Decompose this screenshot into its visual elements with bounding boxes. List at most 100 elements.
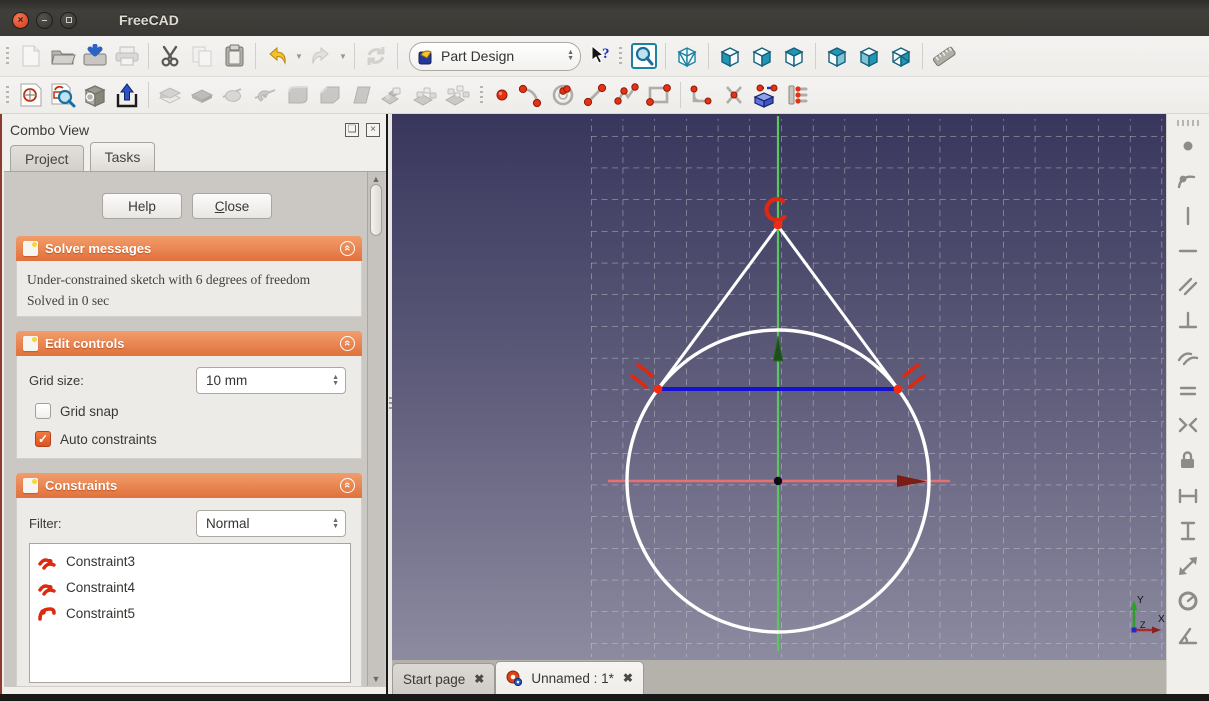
new-file-icon[interactable] bbox=[15, 41, 47, 71]
constraint-filter-combo[interactable]: Normal ▲ ▼ bbox=[196, 510, 346, 537]
auto-constraints-checkbox[interactable]: ✓ bbox=[35, 431, 51, 447]
tab-project[interactable]: Project bbox=[10, 145, 84, 171]
polar-pattern-icon[interactable] bbox=[442, 80, 474, 110]
constrain-coincident-icon[interactable] bbox=[1173, 128, 1203, 163]
rear-view-icon[interactable] bbox=[821, 41, 853, 71]
paste-icon[interactable] bbox=[218, 41, 250, 71]
collapse-section-icon[interactable]: « bbox=[340, 241, 355, 256]
close-panel-icon[interactable]: × bbox=[366, 123, 380, 137]
grid-snap-checkbox[interactable] bbox=[35, 403, 51, 419]
collapse-section-icon[interactable]: « bbox=[340, 336, 355, 351]
tab-tasks[interactable]: Tasks bbox=[89, 142, 156, 171]
scrollbar-thumb[interactable] bbox=[370, 184, 382, 236]
bottom-view-icon[interactable] bbox=[885, 41, 917, 71]
constrain-horizontal-distance-icon[interactable] bbox=[1173, 478, 1203, 513]
help-button[interactable]: Help bbox=[102, 193, 182, 219]
solver-messages-title: Solver messages bbox=[45, 241, 152, 256]
cut-icon[interactable] bbox=[154, 41, 186, 71]
solver-messages-header[interactable]: Solver messages « bbox=[16, 236, 362, 261]
open-file-icon[interactable] bbox=[47, 41, 79, 71]
top-view-icon[interactable] bbox=[778, 41, 810, 71]
linear-pattern-icon[interactable] bbox=[410, 80, 442, 110]
sketch-arc-icon[interactable] bbox=[515, 80, 547, 110]
workbench-selector[interactable]: Part Design ▲ ▼ bbox=[409, 41, 581, 71]
window-maximize-button[interactable] bbox=[60, 11, 77, 29]
collapse-section-icon[interactable]: « bbox=[340, 478, 355, 493]
constrain-symmetric-icon[interactable] bbox=[1173, 408, 1203, 443]
edit-controls-header[interactable]: Edit controls « bbox=[16, 331, 362, 356]
redo-icon[interactable] bbox=[305, 41, 337, 71]
pad-icon[interactable] bbox=[154, 80, 186, 110]
chamfer-icon[interactable] bbox=[314, 80, 346, 110]
sketch-polyline-icon[interactable] bbox=[611, 80, 643, 110]
constrain-distance-icon[interactable] bbox=[1173, 548, 1203, 583]
revolution-icon[interactable] bbox=[218, 80, 250, 110]
constrain-tangent-icon[interactable] bbox=[1173, 338, 1203, 373]
tab-start-page[interactable]: Start page ✖ bbox=[392, 663, 496, 694]
sketch-rectangle-icon[interactable] bbox=[643, 80, 675, 110]
construction-mode-icon[interactable] bbox=[782, 80, 814, 110]
tab-close-icon[interactable]: ✖ bbox=[623, 671, 633, 685]
draft-icon[interactable] bbox=[346, 80, 378, 110]
constraints-header[interactable]: Constraints « bbox=[16, 473, 362, 498]
whats-this-icon[interactable]: ? bbox=[587, 41, 613, 71]
grid-size-spinbox[interactable]: 10 mm ▲ ▼ bbox=[196, 367, 346, 394]
undo-icon[interactable] bbox=[261, 41, 293, 71]
constrain-parallel-icon[interactable] bbox=[1173, 268, 1203, 303]
constrain-equal-icon[interactable] bbox=[1173, 373, 1203, 408]
tab-unnamed-document[interactable]: Unnamed : 1* ✖ bbox=[495, 661, 644, 694]
constrain-vertical-icon[interactable] bbox=[1173, 198, 1203, 233]
mirrored-icon[interactable] bbox=[378, 80, 410, 110]
constrain-radius-icon[interactable] bbox=[1173, 583, 1203, 618]
new-sketch-icon[interactable] bbox=[15, 80, 47, 110]
toolbar-grip[interactable] bbox=[1177, 120, 1199, 126]
float-panel-icon[interactable]: ❏ bbox=[345, 123, 359, 137]
tasks-scrollbar[interactable]: ▲ ▼ bbox=[367, 172, 384, 686]
tab-close-icon[interactable]: ✖ bbox=[474, 672, 484, 686]
sketch-line-icon[interactable] bbox=[579, 80, 611, 110]
constrain-lock-icon[interactable] bbox=[1173, 443, 1203, 478]
constrain-angle-icon[interactable] bbox=[1173, 618, 1203, 653]
sketch-point-icon[interactable] bbox=[489, 80, 515, 110]
left-view-icon[interactable] bbox=[853, 41, 885, 71]
toolbar-grip[interactable] bbox=[617, 45, 624, 67]
3d-viewport[interactable]: Y Z X bbox=[392, 114, 1166, 660]
constraint-list[interactable]: Constraint3 Constraint4 Constraint5 bbox=[29, 543, 351, 683]
undo-dropdown-caret[interactable]: ▼ bbox=[293, 52, 305, 61]
sketch-circle-icon[interactable] bbox=[547, 80, 579, 110]
right-view-icon[interactable] bbox=[746, 41, 778, 71]
map-sketch-icon[interactable] bbox=[79, 80, 111, 110]
list-item-constraint3[interactable]: Constraint3 bbox=[30, 548, 350, 574]
fit-all-icon[interactable] bbox=[628, 41, 660, 71]
window-close-button[interactable]: × bbox=[12, 11, 29, 29]
axonometric-view-icon[interactable] bbox=[671, 41, 703, 71]
external-geometry-icon[interactable] bbox=[750, 80, 782, 110]
edit-sketch-icon[interactable] bbox=[47, 80, 79, 110]
constrain-point-on-object-icon[interactable] bbox=[1173, 163, 1203, 198]
redo-dropdown-caret[interactable]: ▼ bbox=[337, 52, 349, 61]
list-item-constraint5[interactable]: Constraint5 bbox=[30, 600, 350, 626]
groove-icon[interactable] bbox=[250, 80, 282, 110]
sketch-fillet-icon[interactable] bbox=[686, 80, 718, 110]
constrain-perpendicular-icon[interactable] bbox=[1173, 303, 1203, 338]
close-button[interactable]: Close bbox=[192, 193, 272, 219]
refresh-icon[interactable] bbox=[360, 41, 392, 71]
window-minimize-button[interactable]: – bbox=[36, 11, 53, 29]
leave-sketch-icon[interactable] bbox=[111, 80, 143, 110]
fillet-icon[interactable] bbox=[282, 80, 314, 110]
constrain-horizontal-icon[interactable] bbox=[1173, 233, 1203, 268]
print-icon[interactable] bbox=[111, 41, 143, 71]
toolbar-grip[interactable] bbox=[4, 84, 11, 106]
list-item-constraint4[interactable]: Constraint4 bbox=[30, 574, 350, 600]
copy-icon[interactable] bbox=[186, 41, 218, 71]
toolbar-grip[interactable] bbox=[478, 84, 485, 106]
trim-edge-icon[interactable] bbox=[718, 80, 750, 110]
measure-distance-icon[interactable] bbox=[928, 41, 960, 71]
scroll-down-arrow[interactable]: ▼ bbox=[368, 674, 384, 684]
constrain-vertical-distance-icon[interactable] bbox=[1173, 513, 1203, 548]
toolbar-grip[interactable] bbox=[4, 45, 11, 67]
front-view-icon[interactable] bbox=[714, 41, 746, 71]
save-file-icon[interactable] bbox=[79, 41, 111, 71]
scroll-up-arrow[interactable]: ▲ bbox=[368, 174, 384, 184]
pocket-icon[interactable] bbox=[186, 80, 218, 110]
